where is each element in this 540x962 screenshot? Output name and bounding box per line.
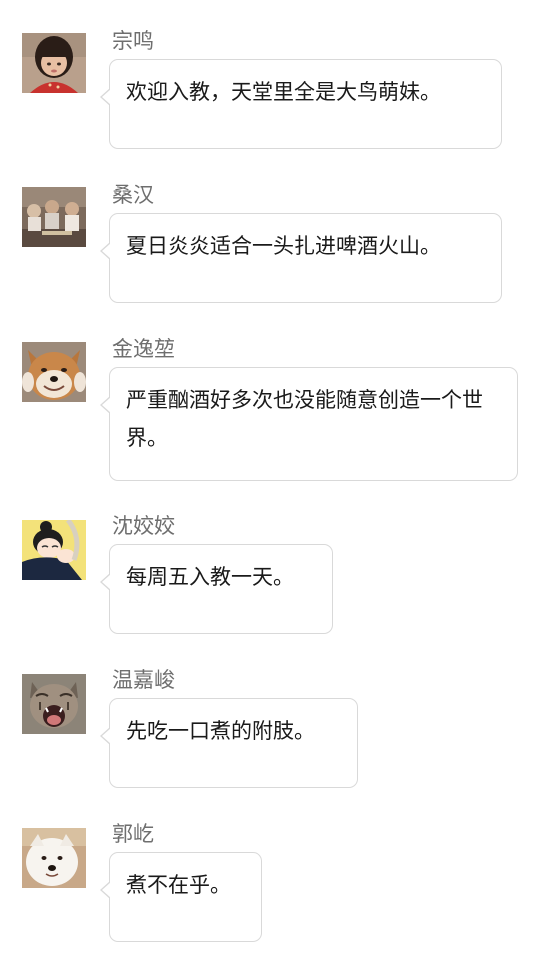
girl-avatar-icon[interactable] (22, 33, 86, 93)
white-dog-avatar-icon[interactable] (22, 828, 86, 888)
sender-name: 温嘉峻 (112, 668, 175, 692)
message-bubble: 每周五入教一天。 (100, 544, 333, 634)
message-bubble: 先吃一口煮的附肢。 (100, 698, 358, 788)
sender-name: 金逸堃 (112, 337, 175, 361)
message-bubble: 煮不在乎。 (100, 852, 262, 942)
message-bubble: 夏日炎炎适合一头扎进啤酒火山。 (100, 213, 502, 303)
sender-name: 宗鸣 (112, 29, 154, 53)
message-bubble: 严重酗酒好多次也没能随意创造一个世界。 (100, 367, 518, 481)
group-photo-avatar-icon[interactable] (22, 187, 86, 247)
sender-name: 郭屹 (112, 822, 154, 846)
shiba-dog-avatar-icon[interactable] (22, 342, 86, 402)
cartoon-girl-avatar-icon[interactable] (22, 520, 86, 580)
message-bubble: 欢迎入教，天堂里全是大鸟萌妹。 (100, 59, 502, 149)
sender-name: 沈姣姣 (112, 514, 175, 538)
yawning-cat-avatar-icon[interactable] (22, 674, 86, 734)
sender-name: 桑汉 (112, 183, 154, 207)
